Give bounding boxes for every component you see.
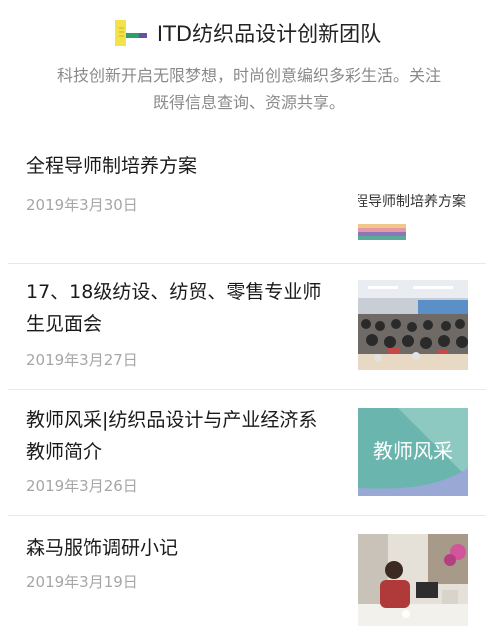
article-item[interactable]: 教师风采|纺织品设计与产业经济系 教师简介 2019年3月26日 教师风采 — [8, 390, 486, 515]
meeting-photo — [358, 534, 468, 626]
account-title-row: ITD纺织品设计创新团队 — [0, 14, 494, 52]
article-date: 2019年3月26日 — [26, 477, 138, 495]
account-description: 科技创新开启无限梦想，时尚创意编织多彩生活。关注 既得信息查询、资源共享。 — [24, 62, 474, 116]
thumbnail-caption: 教师风采 — [373, 439, 453, 463]
article-thumbnail — [358, 280, 468, 370]
article-date: 2019年3月19日 — [26, 573, 138, 591]
thumbnail-caption: 程导师制培养方案 — [358, 193, 466, 210]
article-title: 教师风采|纺织品设计与产业经济系 教师简介 — [26, 409, 318, 463]
article-thumbnail: 教师风采 — [358, 408, 468, 496]
team-logo-icon — [114, 20, 147, 46]
article-item[interactable]: 森马服饰调研小记 2019年3月19日 — [8, 516, 486, 631]
article-title: 全程导师制培养方案 — [26, 155, 198, 177]
article-title: 森马服饰调研小记 — [26, 537, 179, 559]
article-thumbnail: 程导师制培养方案 — [358, 178, 468, 248]
article-title: 17、18级纺设、纺贸、零售专业师 生见面会 — [26, 281, 322, 335]
article-item[interactable]: 17、18级纺设、纺贸、零售专业师 生见面会 2019年3月27日 — [8, 264, 486, 389]
article-date: 2019年3月30日 — [26, 196, 138, 214]
account-name: ITD纺织品设计创新团队 — [156, 22, 382, 46]
lecture-hall-photo — [358, 280, 468, 370]
description-line-2: 既得信息查询、资源共享。 — [152, 93, 345, 112]
description-line-1: 科技创新开启无限梦想，时尚创意编织多彩生活。关注 — [56, 66, 441, 85]
account-header: ITD纺织品设计创新团队 科技创新开启无限梦想，时尚创意编织多彩生活。关注 既得… — [0, 0, 494, 128]
article-thumbnail — [358, 534, 468, 626]
article-item[interactable]: 全程导师制培养方案 2019年3月30日 程导师制培养方案 — [8, 128, 486, 263]
article-date: 2019年3月27日 — [26, 351, 138, 369]
